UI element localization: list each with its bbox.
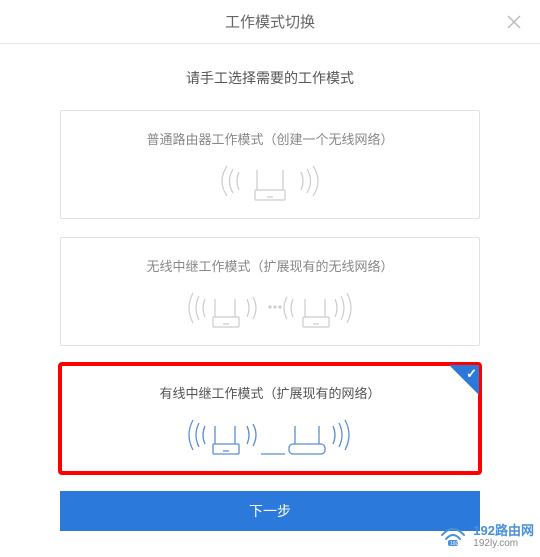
dual-router-wireless-icon [185, 287, 355, 329]
next-step-button[interactable]: 下一步 [60, 491, 480, 531]
router-illustration [71, 160, 469, 202]
mode-option-label: 普通路由器工作模式（创建一个无线网络） [71, 129, 469, 148]
close-icon [506, 14, 522, 30]
wired-relay-illustration [71, 414, 469, 456]
watermark-brand: 192路由网 [473, 524, 534, 538]
instruction-text: 请手工选择需要的工作模式 [60, 68, 480, 88]
wifi-icon: 192 [439, 525, 467, 547]
watermark-url: 192ly.com [473, 538, 534, 549]
dialog-title: 工作模式切换 [225, 11, 315, 32]
mode-option-label: 无线中继工作模式（扩展现有的无线网络） [71, 256, 469, 275]
title-bar: 工作模式切换 [0, 0, 540, 44]
signal-waves-icon [215, 160, 325, 202]
selected-check-icon [449, 365, 479, 395]
watermark: 192 192路由网 192ly.com [439, 524, 534, 549]
dual-router-wired-icon [185, 414, 355, 456]
close-button[interactable] [500, 8, 528, 36]
mode-option-normal[interactable]: 普通路由器工作模式（创建一个无线网络） [60, 110, 480, 219]
dialog-content: 请手工选择需要的工作模式 普通路由器工作模式（创建一个无线网络） 无线中继工作模… [0, 44, 540, 531]
mode-option-wired-relay[interactable]: 有线中继工作模式（扩展现有的网络） [60, 364, 480, 473]
svg-text:192: 192 [450, 541, 459, 547]
mode-option-wireless-relay[interactable]: 无线中继工作模式（扩展现有的无线网络） [60, 237, 480, 346]
mode-option-label: 有线中继工作模式（扩展现有的网络） [71, 383, 469, 402]
wireless-relay-illustration [71, 287, 469, 329]
